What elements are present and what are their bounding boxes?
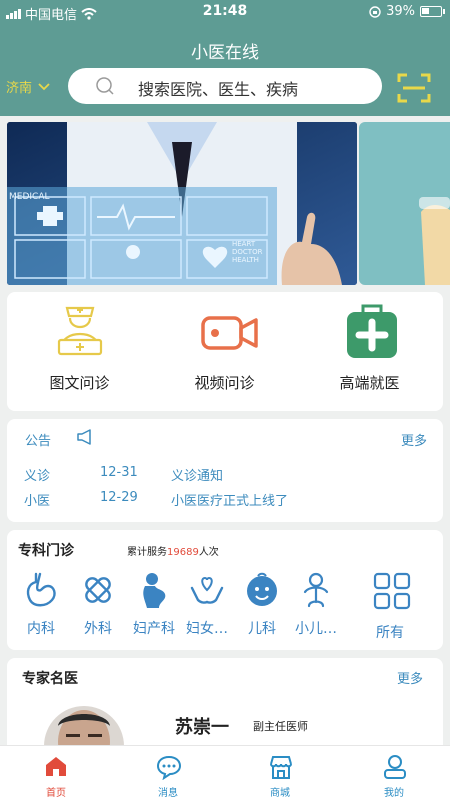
dept-surgery[interactable]: 外科 — [69, 572, 127, 642]
dept-label: 妇女… — [186, 621, 228, 637]
notice-text: 义诊通知 — [171, 469, 224, 484]
dept-label: 所有 — [376, 625, 404, 641]
dept-label: 内科 — [27, 621, 55, 637]
heart-hands-icon — [190, 576, 224, 604]
search-input[interactable]: 搜索医院、医生、疾病 — [68, 68, 382, 104]
pregnant-woman-icon — [143, 573, 166, 608]
chevron-down-icon — [38, 82, 50, 90]
notice-item[interactable]: 义诊 12-31 义诊通知 — [24, 465, 424, 484]
banner-next-image — [419, 197, 450, 285]
banner-image — [7, 122, 357, 285]
status-bar: 中国电信 21:48 39% — [0, 0, 450, 24]
medical-kit-icon — [347, 304, 397, 358]
quick-action-text-consult[interactable]: 图文问诊 — [7, 292, 152, 411]
tab-messages[interactable]: 消息 — [112, 746, 224, 800]
notice-tag: 义诊 — [24, 469, 51, 484]
city-label: 济南 — [6, 81, 33, 96]
store-icon — [270, 756, 292, 779]
notice-date: 12-29 — [100, 490, 138, 505]
scan-icon[interactable] — [397, 72, 431, 104]
stomach-icon — [26, 572, 56, 607]
tab-label: 我的 — [384, 788, 404, 799]
departments-card: 专科门诊 累计服务19689人次 内科 外科 妇产科 妇女… 儿科 小儿… 所有 — [7, 530, 443, 650]
video-camera-icon — [201, 316, 258, 350]
banner-carousel[interactable]: MEDICAL HEART DOCTOR HEALTH — [7, 122, 357, 285]
battery-icon — [420, 6, 445, 17]
quick-actions-card: 图文问诊 视频问诊 高端就医 — [7, 292, 443, 411]
doctor-icon — [57, 306, 103, 356]
quick-action-label: 图文问诊 — [49, 374, 110, 392]
tab-bar: 首页 消息 商城 我的 — [0, 745, 450, 800]
search-icon — [96, 77, 114, 95]
notice-tag: 小医 — [24, 494, 51, 509]
dept-womens-health[interactable]: 妇女… — [178, 572, 236, 642]
notice-text: 小医医疗正式上线了 — [171, 494, 289, 509]
experts-more-link[interactable]: 更多 — [397, 668, 423, 687]
served-count: 累计服务19689人次 — [127, 543, 219, 558]
dept-label: 妇产科 — [133, 621, 175, 637]
quick-action-label: 视频问诊 — [194, 374, 255, 392]
notice-date: 12-31 — [100, 465, 138, 480]
quick-action-premium-care[interactable]: 高端就医 — [297, 292, 442, 411]
dept-label: 儿科 — [248, 621, 276, 637]
bandage-icon — [85, 577, 111, 603]
grid-icon — [373, 572, 411, 610]
quick-action-video-consult[interactable]: 视频问诊 — [152, 292, 297, 411]
banner-next-slide[interactable] — [359, 122, 450, 285]
notice-title: 公告 — [25, 434, 52, 449]
tab-store[interactable]: 商城 — [224, 746, 336, 800]
tab-profile[interactable]: 我的 — [338, 746, 450, 800]
notice-item[interactable]: 小医 12-29 小医医疗正式上线了 — [24, 490, 424, 509]
dept-internal-medicine[interactable]: 内科 — [12, 572, 70, 642]
tab-label: 首页 — [46, 788, 66, 799]
banner-word: HEALTH — [232, 256, 259, 264]
baby-face-icon — [247, 572, 277, 606]
dept-label: 外科 — [84, 621, 112, 637]
departments-title: 专科门诊 — [18, 543, 74, 559]
served-suffix: 人次 — [198, 547, 219, 558]
dept-pediatrics[interactable]: 儿科 — [233, 572, 291, 642]
header: 中国电信 21:48 39% 小医在线 济南 搜索医院、医生、疾病 — [0, 0, 450, 116]
search-placeholder: 搜索医院、医生、疾病 — [138, 80, 299, 99]
doctor-name[interactable]: 苏崇一 — [175, 713, 229, 739]
rotation-lock-icon — [369, 5, 381, 18]
message-icon — [156, 755, 182, 780]
experts-card: 专家名医 更多 苏崇一 副主任医师 — [7, 658, 443, 766]
city-selector[interactable]: 济南 — [6, 77, 50, 96]
banner-word: DOCTOR — [232, 248, 263, 256]
quick-action-label: 高端就医 — [339, 374, 400, 392]
tab-label: 消息 — [158, 788, 178, 799]
home-icon — [46, 757, 66, 776]
served-prefix: 累计服务 — [127, 547, 167, 558]
notice-more-link[interactable]: 更多 — [401, 430, 427, 449]
tab-label: 商城 — [270, 788, 290, 799]
doctor-title: 副主任医师 — [253, 720, 308, 733]
experts-title: 专家名医 — [22, 671, 78, 687]
user-icon — [384, 755, 406, 779]
megaphone-icon — [77, 429, 91, 445]
tab-home[interactable]: 首页 — [0, 746, 112, 800]
banner-word: MEDICAL — [9, 192, 50, 202]
banner-word: HEART — [232, 240, 256, 248]
app-title: 小医在线 — [191, 43, 259, 63]
dept-label: 小儿… — [295, 621, 337, 637]
dept-obstetrics[interactable]: 妇产科 — [125, 572, 183, 642]
battery-percent: 39% — [386, 4, 415, 19]
child-icon — [303, 572, 329, 608]
served-number: 19689 — [167, 547, 199, 558]
dept-all[interactable]: 所有 — [361, 572, 419, 642]
notice-card: 公告 更多 义诊 12-31 义诊通知 小医 12-29 小医医疗正式上线了 — [7, 419, 443, 522]
dept-child-care[interactable]: 小儿… — [287, 572, 345, 642]
